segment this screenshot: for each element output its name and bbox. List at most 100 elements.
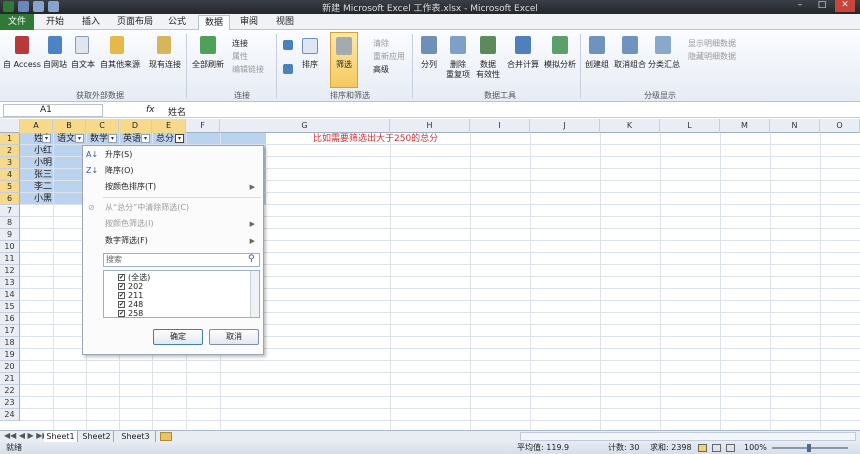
filter-search-input[interactable]: 搜索 [103, 253, 260, 267]
reapply-button[interactable]: 重新应用 [373, 51, 405, 62]
table-header-cell[interactable]: 数学 [90, 133, 108, 145]
group-button[interactable]: 创建组 [582, 60, 612, 70]
select-all-corner[interactable] [0, 119, 20, 133]
row-header-22[interactable]: 22 [0, 385, 20, 397]
connections-button[interactable]: 连接 [232, 38, 248, 49]
table-header-cell[interactable]: 语文 [57, 133, 75, 145]
tab-page-layout[interactable]: 页面布局 [112, 15, 158, 30]
show-detail-button[interactable]: 显示明细数据 [688, 38, 736, 49]
filter-option[interactable]: ✔ 211 [118, 291, 143, 300]
sort-desc-icon[interactable] [283, 64, 293, 74]
filter-option[interactable]: ✔ 258 [118, 309, 143, 317]
row-header-4[interactable]: 4 [0, 169, 20, 181]
filter-button[interactable]: 筛选 [330, 60, 358, 70]
row-header-8[interactable]: 8 [0, 217, 20, 229]
name-cell[interactable]: 小红 [34, 145, 52, 157]
filter-option[interactable]: ✔ (全选) [118, 273, 150, 282]
what-if-analysis-button[interactable]: 模拟分析 [542, 60, 578, 70]
cancel-button[interactable]: 取消 [209, 329, 259, 345]
name-cell[interactable]: 张三 [34, 169, 52, 181]
properties-button[interactable]: 属性 [232, 51, 248, 62]
row-header-9[interactable]: 9 [0, 229, 20, 241]
from-web-button[interactable]: 自网站 [40, 60, 70, 70]
hide-detail-button[interactable]: 隐藏明细数据 [688, 51, 736, 62]
row-header-23[interactable]: 23 [0, 397, 20, 409]
column-header-i[interactable]: I [470, 119, 530, 133]
row-header-20[interactable]: 20 [0, 361, 20, 373]
consolidate-button[interactable]: 合并计算 [504, 60, 542, 70]
column-header-e[interactable]: E [152, 119, 186, 133]
instruction-note[interactable]: 比如需要筛选出大于250的总分 [313, 133, 438, 145]
row-header-21[interactable]: 21 [0, 373, 20, 385]
row-header-6[interactable]: 6 [0, 193, 20, 205]
column-header-a[interactable]: A [20, 119, 53, 133]
number-filters-item[interactable]: 数字筛选(F) ▶ [105, 235, 261, 247]
from-text-button[interactable]: 自文本 [68, 60, 98, 70]
filter-option[interactable]: ✔ 248 [118, 300, 143, 309]
filter-option[interactable]: ✔ 202 [118, 282, 143, 291]
sort-button[interactable]: 排序 [298, 60, 322, 70]
row-header-13[interactable]: 13 [0, 277, 20, 289]
maximize-button[interactable]: □ [812, 0, 832, 12]
fx-button[interactable]: fx [146, 105, 155, 115]
filter-dropdown-arrow-icon[interactable]: ▾ [75, 134, 84, 143]
list-scrollbar[interactable] [250, 271, 259, 317]
advanced-button[interactable]: 高级 [373, 64, 389, 75]
row-header-7[interactable]: 7 [0, 205, 20, 217]
tab-formulas[interactable]: 公式 [162, 15, 192, 30]
tab-insert[interactable]: 插入 [76, 15, 106, 30]
row-header-12[interactable]: 12 [0, 265, 20, 277]
filter-dropdown-arrow-icon[interactable]: ▾ [141, 134, 150, 143]
clear-button[interactable]: 清除 [373, 38, 389, 49]
row-header-19[interactable]: 19 [0, 349, 20, 361]
tab-data[interactable]: 数据 [198, 15, 230, 31]
row-header-10[interactable]: 10 [0, 241, 20, 253]
row-header-11[interactable]: 11 [0, 253, 20, 265]
row-header-17[interactable]: 17 [0, 325, 20, 337]
column-header-m[interactable]: M [720, 119, 770, 133]
column-header-f[interactable]: F [186, 119, 220, 133]
name-cell[interactable]: 李二 [34, 181, 52, 193]
row-header-18[interactable]: 18 [0, 337, 20, 349]
row-header-16[interactable]: 16 [0, 313, 20, 325]
ungroup-button[interactable]: 取消组合 [612, 60, 648, 70]
zoom-slider-handle[interactable] [807, 444, 811, 452]
row-header-24[interactable]: 24 [0, 409, 20, 421]
insert-sheet-icon[interactable] [160, 432, 172, 441]
text-to-columns-button[interactable]: 分列 [416, 60, 442, 70]
row-header-14[interactable]: 14 [0, 289, 20, 301]
zoom-level[interactable]: 100% [744, 442, 767, 454]
sheet-nav-icon[interactable]: ◀◀ ◀ ▶ ▶▶ [4, 431, 49, 440]
row-header-2[interactable]: 2 [0, 145, 20, 157]
table-header-cell[interactable]: 总分 [156, 133, 174, 145]
edit-links-button[interactable]: 编辑链接 [232, 64, 264, 75]
column-header-l[interactable]: L [660, 119, 720, 133]
filter-dropdown-arrow-icon[interactable]: ▾ [108, 134, 117, 143]
sort-ascending-item[interactable]: 升序(S) [105, 149, 132, 161]
row-header-3[interactable]: 3 [0, 157, 20, 169]
filter-dropdown-arrow-icon[interactable]: ▾ [42, 134, 51, 143]
ok-button[interactable]: 确定 [153, 329, 203, 345]
page-layout-view-icon[interactable] [712, 444, 721, 452]
data-validation-button[interactable]: 数据 有效性 [472, 60, 504, 80]
from-other-sources-button[interactable]: 自其他来源 [98, 60, 142, 70]
page-break-view-icon[interactable] [726, 444, 735, 452]
column-header-k[interactable]: K [600, 119, 660, 133]
minimize-button[interactable]: – [790, 0, 810, 12]
refresh-all-button[interactable]: 全部刷新 [188, 60, 228, 70]
column-header-o[interactable]: O [820, 119, 860, 133]
existing-connections-button[interactable]: 现有连接 [146, 60, 184, 70]
table-header-cell[interactable]: 英语 [123, 133, 141, 145]
sort-descending-item[interactable]: 降序(O) [105, 165, 134, 177]
column-header-d[interactable]: D [119, 119, 152, 133]
tab-view[interactable]: 视图 [270, 15, 300, 30]
column-header-b[interactable]: B [53, 119, 86, 133]
close-button[interactable]: ✕ [835, 0, 855, 12]
sort-asc-icon[interactable] [283, 40, 293, 50]
row-header-5[interactable]: 5 [0, 181, 20, 193]
row-header-15[interactable]: 15 [0, 301, 20, 313]
from-access-button[interactable]: 自 Access [2, 60, 42, 70]
column-header-h[interactable]: H [390, 119, 470, 133]
subtotal-button[interactable]: 分类汇总 [646, 60, 682, 70]
name-cell[interactable]: 小明 [34, 157, 52, 169]
